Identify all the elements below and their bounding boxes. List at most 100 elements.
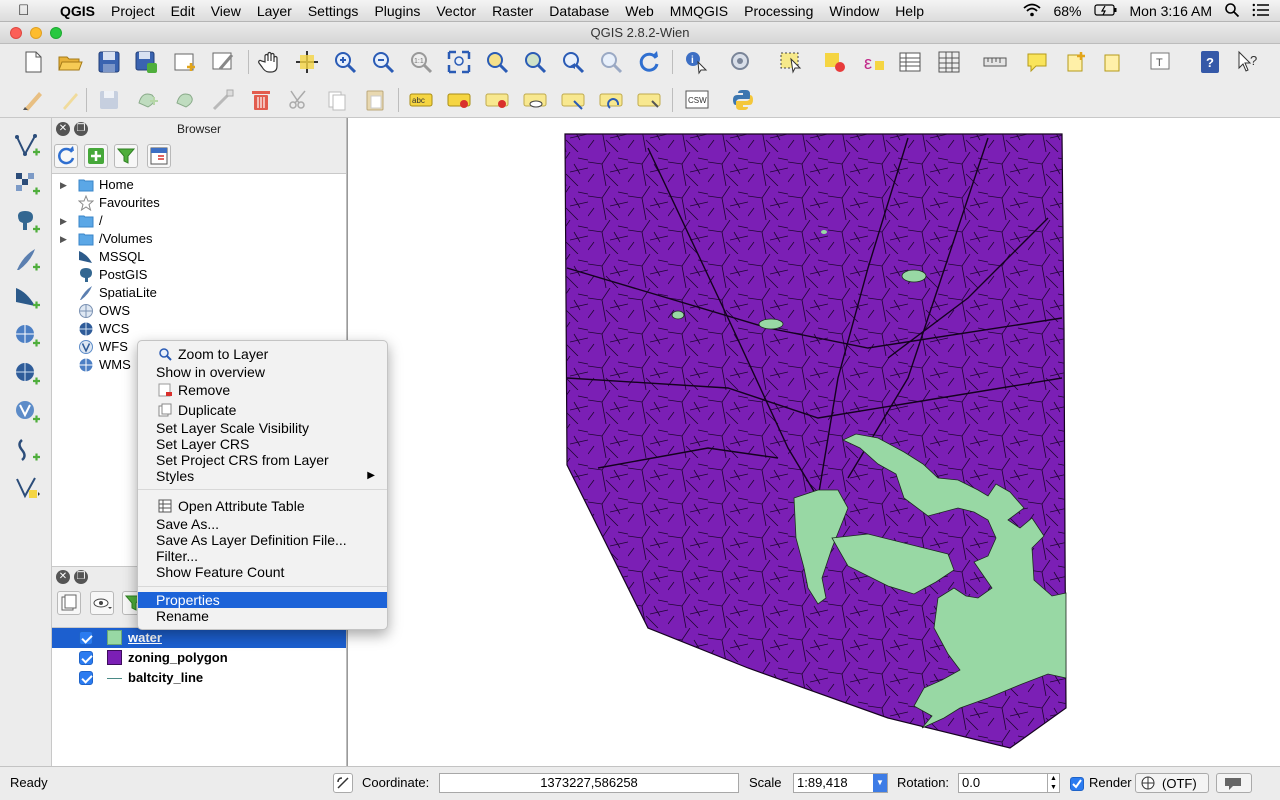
menu-item-properties[interactable]: Properties — [138, 592, 387, 608]
menu-qgis[interactable]: QGIS — [52, 3, 103, 19]
menu-item-styles[interactable]: Styles ▶ — [138, 468, 387, 484]
add-postgis-layer-icon[interactable] — [13, 208, 41, 236]
add-selected-layers-icon[interactable] — [84, 144, 108, 168]
menu-item-remove[interactable]: Remove — [138, 382, 387, 398]
save-layer-edits-icon[interactable] — [96, 87, 122, 113]
manage-visibility-icon[interactable] — [90, 591, 114, 615]
python-console-icon[interactable] — [730, 87, 756, 113]
cut-features-icon[interactable] — [286, 87, 312, 113]
pan-map-icon[interactable] — [257, 49, 283, 75]
layer-visibility-checkbox[interactable] — [79, 671, 93, 685]
toggle-extents-icon[interactable] — [333, 773, 353, 793]
browser-item-spatialite[interactable]: SpatiaLite — [52, 284, 346, 302]
paste-features-icon[interactable] — [362, 87, 388, 113]
add-raster-layer-icon[interactable] — [13, 170, 41, 198]
browser-item-mssql[interactable]: MSSQL — [52, 248, 346, 266]
layer-visibility-checkbox[interactable] — [79, 651, 93, 665]
messages-button[interactable] — [1216, 773, 1252, 793]
browser-item-wcs[interactable]: WCS — [52, 320, 346, 338]
show-hide-labels-icon[interactable] — [522, 87, 548, 113]
close-panel-icon[interactable]: ✕ — [56, 570, 70, 584]
save-as-icon[interactable] — [133, 49, 159, 75]
select-features-icon[interactable] — [778, 49, 804, 75]
delete-selected-icon[interactable] — [248, 87, 274, 113]
menu-web[interactable]: Web — [617, 3, 662, 19]
rotation-spinbox[interactable]: 0.0 ▲ ▼ — [958, 773, 1060, 793]
menu-mmqgis[interactable]: MMQGIS — [662, 3, 736, 19]
zoom-next-icon[interactable] — [598, 49, 624, 75]
menu-item-duplicate[interactable]: Duplicate — [138, 402, 387, 418]
move-label-icon[interactable] — [560, 87, 586, 113]
whats-this-icon[interactable]: ? — [1236, 49, 1262, 75]
browser-item-ows[interactable]: OWS — [52, 302, 346, 320]
browser-item-root[interactable]: ▶ / — [52, 212, 346, 230]
zoom-last-icon[interactable] — [560, 49, 586, 75]
spin-arrows-icon[interactable]: ▲ ▼ — [1047, 774, 1059, 792]
add-mssql-layer-icon[interactable] — [13, 284, 41, 312]
float-panel-icon[interactable]: ❐ — [74, 570, 88, 584]
layer-visibility-checkbox[interactable] — [79, 631, 93, 645]
menu-plugins[interactable]: Plugins — [366, 3, 428, 19]
layer-row-zoning-polygon[interactable]: zoning_polygon — [52, 648, 346, 668]
measure-line-icon[interactable] — [982, 49, 1008, 75]
menu-raster[interactable]: Raster — [484, 3, 541, 19]
menu-item-set-project-crs-from-layer[interactable]: Set Project CRS from Layer — [138, 452, 387, 468]
apple-menu-icon[interactable]:  — [18, 2, 40, 19]
select-by-expression-icon[interactable] — [822, 49, 848, 75]
add-wms-layer-icon[interactable] — [13, 322, 41, 350]
menu-project[interactable]: Project — [103, 3, 163, 19]
spotlight-search-icon[interactable] — [1224, 2, 1240, 21]
menu-item-show-feature-count[interactable]: Show Feature Count — [138, 564, 387, 580]
coordinate-field[interactable]: 1373227,586258 — [439, 773, 739, 793]
browser-item-home[interactable]: ▶ Home — [52, 176, 346, 194]
new-project-icon[interactable] — [20, 49, 46, 75]
layer-row-baltcity-line[interactable]: baltcity_line — [52, 668, 346, 688]
node-tool-icon[interactable] — [210, 87, 236, 113]
add-feature-icon[interactable] — [134, 87, 160, 113]
menu-view[interactable]: View — [203, 3, 249, 19]
new-shapefile-layer-icon[interactable] — [13, 474, 41, 502]
menu-item-show-in-overview[interactable]: Show in overview — [138, 364, 387, 380]
map-canvas[interactable] — [347, 118, 1280, 766]
zoom-in-icon[interactable] — [332, 49, 358, 75]
menu-edit[interactable]: Edit — [163, 3, 203, 19]
float-panel-icon[interactable]: ❐ — [74, 122, 88, 136]
text-annotation-icon[interactable]: T — [1148, 49, 1174, 75]
browser-item-volumes[interactable]: ▶ /Volumes — [52, 230, 346, 248]
add-wfs-layer-icon[interactable] — [13, 398, 41, 426]
move-feature-icon[interactable] — [172, 87, 198, 113]
menu-item-set-layer-scale-visibility[interactable]: Set Layer Scale Visibility — [138, 420, 387, 436]
show-bookmarks-icon[interactable] — [1100, 49, 1126, 75]
composer-manager-icon[interactable] — [210, 49, 236, 75]
attribute-table-icon[interactable] — [897, 49, 923, 75]
menu-vector[interactable]: Vector — [428, 3, 484, 19]
browser-item-favourites[interactable]: Favourites — [52, 194, 346, 212]
dropdown-arrow-icon[interactable]: ▼ — [873, 774, 887, 792]
menu-window[interactable]: Window — [821, 3, 887, 19]
rotate-label-icon[interactable] — [598, 87, 624, 113]
menu-item-zoom-to-layer[interactable]: Zoom to Layer — [138, 346, 387, 362]
zoom-to-selection-icon[interactable] — [484, 49, 510, 75]
menu-item-save-as-layer-definition-file[interactable]: Save As Layer Definition File... — [138, 532, 387, 548]
menu-help[interactable]: Help — [887, 3, 932, 19]
copy-features-icon[interactable] — [324, 87, 350, 113]
expand-arrow-icon[interactable]: ▶ — [60, 212, 67, 230]
menu-processing[interactable]: Processing — [736, 3, 821, 19]
window-minimize-button[interactable] — [30, 27, 42, 39]
zoom-out-icon[interactable] — [370, 49, 396, 75]
zoom-actual-size-icon[interactable]: 1:1 — [408, 49, 434, 75]
layer-row-water[interactable]: water — [52, 628, 346, 648]
scale-combobox[interactable]: 1:89,418 ▼ — [793, 773, 888, 793]
menu-database[interactable]: Database — [541, 3, 617, 19]
new-print-composer-icon[interactable] — [172, 49, 198, 75]
window-zoom-button[interactable] — [50, 27, 62, 39]
menu-item-rename[interactable]: Rename — [138, 608, 387, 624]
save-project-icon[interactable] — [96, 49, 122, 75]
menu-item-filter[interactable]: Filter... — [138, 548, 387, 564]
battery-icon[interactable] — [1093, 3, 1118, 19]
render-checkbox[interactable] — [1070, 777, 1084, 791]
open-project-icon[interactable] — [57, 49, 83, 75]
zoom-full-icon[interactable] — [446, 49, 472, 75]
identify-features-icon[interactable]: i — [683, 49, 709, 75]
crs-status-button[interactable]: (OTF) — [1135, 773, 1209, 793]
